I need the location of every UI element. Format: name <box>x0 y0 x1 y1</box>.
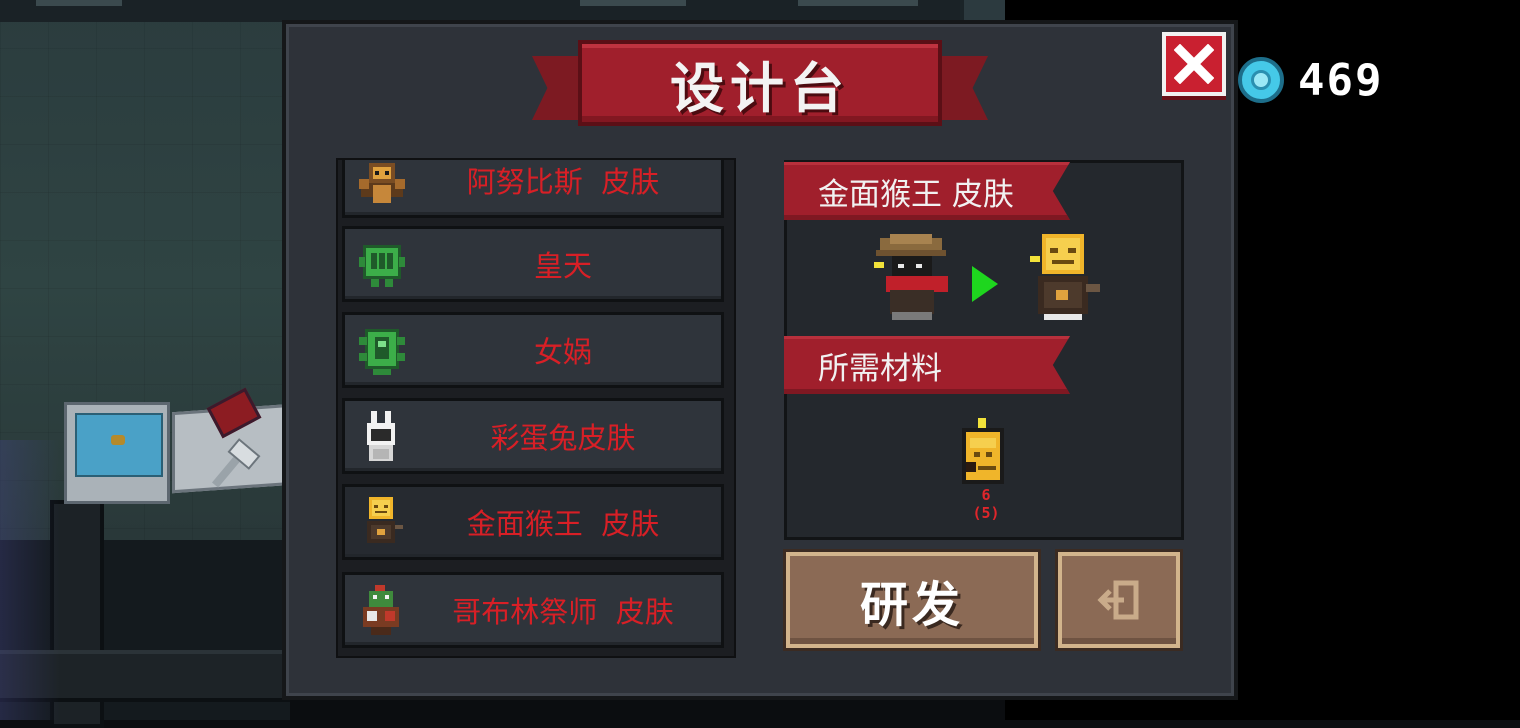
list-item[interactable]: 皇天 <box>342 226 724 302</box>
selected-skin-ribbon: 金面猴王 皮肤 <box>784 162 1070 220</box>
banner-main: 设计台 <box>578 40 942 126</box>
green-serpent-icon <box>359 329 405 375</box>
materials-header: 所需材料 <box>818 350 942 387</box>
material-count: 6 (5) <box>964 486 1008 522</box>
list-item[interactable]: 金面猴王 皮肤 <box>342 484 724 560</box>
craft-button-label: 研发 <box>859 577 964 633</box>
easter-bunny-icon <box>367 411 395 461</box>
exit-button[interactable] <box>1058 552 1180 648</box>
duck-icon <box>111 435 125 445</box>
material-required: (5) <box>972 504 1000 522</box>
golden-monkey-king-icon <box>367 497 403 543</box>
selected-skin-name: 金面猴王 皮肤 <box>818 176 1014 213</box>
gem-counter: 469 <box>1238 54 1383 106</box>
arrow-right-icon <box>972 266 998 302</box>
list-item-label: 彩蛋兔皮肤 <box>490 421 636 455</box>
panel-title: 设计台 <box>670 56 850 120</box>
list-item[interactable]: 女娲 <box>342 312 724 388</box>
list-item[interactable]: 阿努比斯 皮肤 <box>342 160 724 218</box>
list-item[interactable]: 哥布林祭师 皮肤 <box>342 572 724 648</box>
list-item-label: 金面猴王 皮肤 <box>466 507 660 541</box>
material-owned: 6 <box>981 486 991 504</box>
gem-count: 469 <box>1298 54 1384 106</box>
close-button[interactable] <box>1162 32 1226 96</box>
exit-icon <box>1097 580 1139 620</box>
craft-button[interactable]: 研发 <box>786 552 1038 648</box>
goblin-priest-icon <box>363 585 399 635</box>
room-top-wall <box>0 0 1060 22</box>
list-item-label: 阿努比斯 皮肤 <box>466 165 660 199</box>
computer-screen <box>75 413 163 477</box>
current-skin-icon <box>874 234 948 320</box>
list-item-label: 哥布林祭师 皮肤 <box>452 595 674 629</box>
materials-ribbon: 所需材料 <box>784 336 1070 394</box>
list-item[interactable]: 彩蛋兔皮肤 <box>342 398 724 474</box>
skin-list[interactable]: 阿努比斯 皮肤 皇天 女娲 彩蛋兔皮肤 金面猴王 皮肤 哥布林祭师 皮肤 <box>336 158 736 658</box>
anubis-skin-icon <box>359 163 405 203</box>
title-banner: 设计台 <box>532 36 988 140</box>
result-skin-icon <box>1030 234 1100 320</box>
gem-icon <box>1238 57 1284 103</box>
room-glow <box>0 440 60 720</box>
list-item-label: 皇天 <box>533 249 592 283</box>
close-icon <box>1174 44 1214 84</box>
monkey-mask-material-icon <box>962 418 1004 484</box>
green-robot-icon <box>359 245 405 287</box>
list-item-label: 女娲 <box>533 335 592 369</box>
computer-prop <box>64 402 170 504</box>
